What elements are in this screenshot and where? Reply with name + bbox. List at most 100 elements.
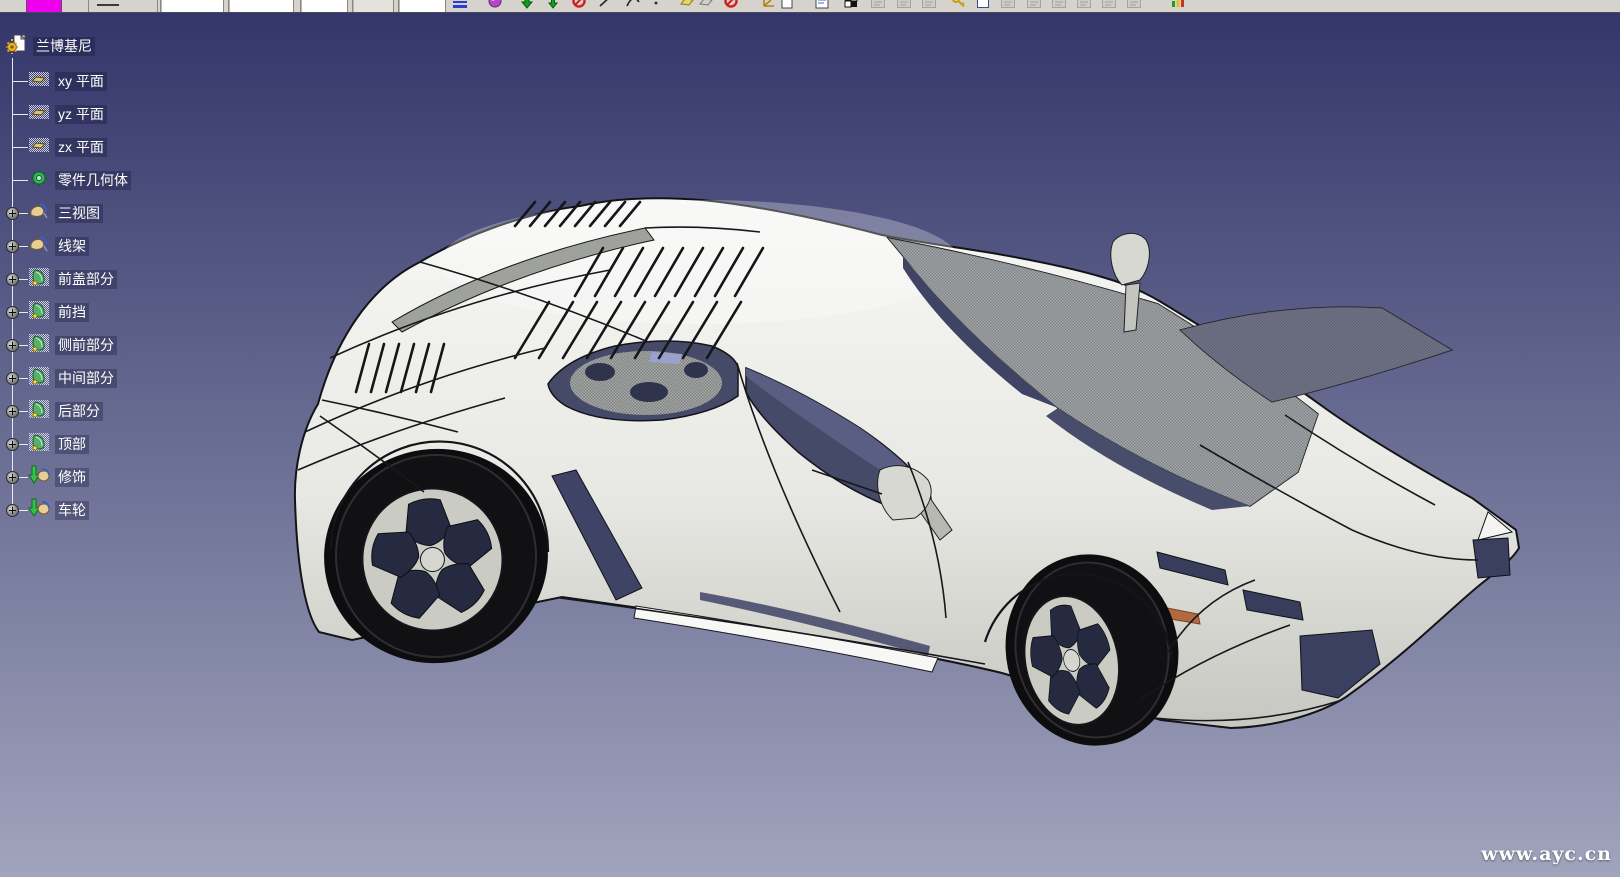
expand-plus-button[interactable] <box>6 207 19 220</box>
tree-connector <box>13 180 28 181</box>
paper-icon[interactable] <box>779 0 795 9</box>
disabled-icon-6[interactable] <box>1051 0 1067 9</box>
expand-plus-button[interactable] <box>6 273 19 286</box>
toolbar <box>0 0 1620 13</box>
geoset-icon <box>28 267 50 292</box>
catia-window: 兰博基尼 xy 平面 yz 平面 zx 平面零件几何体三视图线架前盖部分前挡侧前部分… <box>0 0 1620 877</box>
disabled-icon-8[interactable] <box>1101 0 1117 9</box>
tree-item-14[interactable]: 车轮 <box>28 498 89 522</box>
tree-item-label[interactable]: xy 平面 <box>55 72 107 91</box>
line-thickness-icon[interactable] <box>452 0 468 9</box>
engine-bay-view <box>570 351 722 415</box>
points-icon[interactable] <box>651 0 667 9</box>
plane-icon <box>28 69 50 94</box>
disabled-icon-1[interactable] <box>870 0 886 9</box>
axis-system-icon[interactable] <box>761 0 777 9</box>
toolbar-field-4[interactable] <box>352 0 394 13</box>
curve-icon[interactable] <box>625 0 641 9</box>
ordered-geoset-icon <box>28 465 50 490</box>
checker-grid-icon[interactable] <box>843 0 859 9</box>
tree-item-label[interactable]: 后部分 <box>55 402 103 421</box>
plane-yellow-icon[interactable] <box>679 0 695 9</box>
analysis-icon[interactable] <box>1170 0 1186 9</box>
partbody-icon <box>28 168 50 193</box>
tree-item-7[interactable]: 前盖部分 <box>28 267 117 291</box>
toolbar-field-5[interactable] <box>398 0 446 13</box>
tree-item-12[interactable]: 顶部 <box>28 432 89 456</box>
tree-item-13[interactable]: 修饰 <box>28 465 89 489</box>
key-icon[interactable] <box>951 0 967 9</box>
outline-doc-icon[interactable] <box>975 0 991 9</box>
expand-plus-button[interactable] <box>6 438 19 451</box>
expand-plus-button[interactable] <box>6 339 19 352</box>
tree-connector <box>13 81 28 82</box>
tree-item-label[interactable]: 车轮 <box>55 501 89 520</box>
arrow-down-surface-icon[interactable] <box>545 0 561 9</box>
tree-item-6[interactable]: 线架 <box>28 234 89 258</box>
expand-plus-button[interactable] <box>6 471 19 484</box>
specification-tree: 兰博基尼 xy 平面 yz 平面 zx 平面零件几何体三视图线架前盖部分前挡侧前部分… <box>0 13 280 553</box>
tree-item-4[interactable]: 零件几何体 <box>28 168 131 192</box>
expand-plus-button[interactable] <box>6 504 19 517</box>
tree-item-label[interactable]: 零件几何体 <box>55 171 131 190</box>
geoset-icon <box>28 333 50 358</box>
tree-item-label[interactable]: 线架 <box>55 237 89 256</box>
tree-item-label[interactable]: 三视图 <box>55 204 103 223</box>
geoset-icon <box>28 399 50 424</box>
disabled-icon-2[interactable] <box>896 0 912 9</box>
geoset-icon <box>28 366 50 391</box>
ordered-geoset-icon <box>28 498 50 523</box>
tree-root-label[interactable]: 兰博基尼 <box>33 37 95 56</box>
open-body-icon <box>28 201 50 226</box>
sphere-icon[interactable] <box>487 0 503 9</box>
tree-item-label[interactable]: yz 平面 <box>55 105 107 124</box>
tree-item-label[interactable]: 侧前部分 <box>55 336 117 355</box>
tree-item-2[interactable]: yz 平面 <box>28 102 107 126</box>
tree-item-11[interactable]: 后部分 <box>28 399 103 423</box>
open-body-icon <box>28 234 50 259</box>
tree-item-label[interactable]: zx 平面 <box>55 138 107 157</box>
line-type-dropdown[interactable] <box>88 0 158 13</box>
line-icon[interactable] <box>598 0 614 9</box>
disabled-icon-5[interactable] <box>1026 0 1042 9</box>
expand-plus-button[interactable] <box>6 372 19 385</box>
no-entry-icon[interactable] <box>571 0 587 9</box>
tree-item-1[interactable]: xy 平面 <box>28 69 107 93</box>
car-model[interactable] <box>295 198 1519 762</box>
watermark: www.ayc.cn <box>1481 843 1612 865</box>
tree-item-label[interactable]: 顶部 <box>55 435 89 454</box>
tree-item-label[interactable]: 修饰 <box>55 468 89 487</box>
color-swatch[interactable] <box>26 0 62 13</box>
tree-item-label[interactable]: 前盖部分 <box>55 270 117 289</box>
tree-item-label[interactable]: 前挡 <box>55 303 89 322</box>
document-icon[interactable] <box>814 0 830 9</box>
tree-item-5[interactable]: 三视图 <box>28 201 103 225</box>
expand-plus-button[interactable] <box>6 240 19 253</box>
geoset-icon <box>28 432 50 457</box>
arrow-down-icon[interactable] <box>519 0 535 9</box>
expand-plus-button[interactable] <box>6 405 19 418</box>
tree-item-3[interactable]: zx 平面 <box>28 135 107 159</box>
body-highlight <box>440 200 960 324</box>
disabled-icon-3[interactable] <box>921 0 937 9</box>
plane-gray-icon[interactable] <box>698 0 714 9</box>
plane-icon <box>28 135 50 160</box>
disabled-icon-4[interactable] <box>1000 0 1016 9</box>
tree-item-8[interactable]: 前挡 <box>28 300 89 324</box>
plane-icon <box>28 102 50 127</box>
disabled-icon-7[interactable] <box>1076 0 1092 9</box>
tree-connector <box>13 114 28 115</box>
toolbar-field-2[interactable] <box>228 0 294 13</box>
no-entry-icon-2[interactable] <box>723 0 739 9</box>
tree-item-label[interactable]: 中间部分 <box>55 369 117 388</box>
expand-plus-button[interactable] <box>6 306 19 319</box>
part-icon <box>6 34 28 59</box>
toolbar-field-3[interactable] <box>300 0 348 13</box>
tree-item-9[interactable]: 侧前部分 <box>28 333 117 357</box>
tree-item-10[interactable]: 中间部分 <box>28 366 117 390</box>
disabled-icon-9[interactable] <box>1126 0 1142 9</box>
toolbar-field-1[interactable] <box>160 0 224 13</box>
geoset-icon <box>28 300 50 325</box>
tree-root[interactable]: 兰博基尼 <box>6 34 95 58</box>
tree-connector <box>13 147 28 148</box>
